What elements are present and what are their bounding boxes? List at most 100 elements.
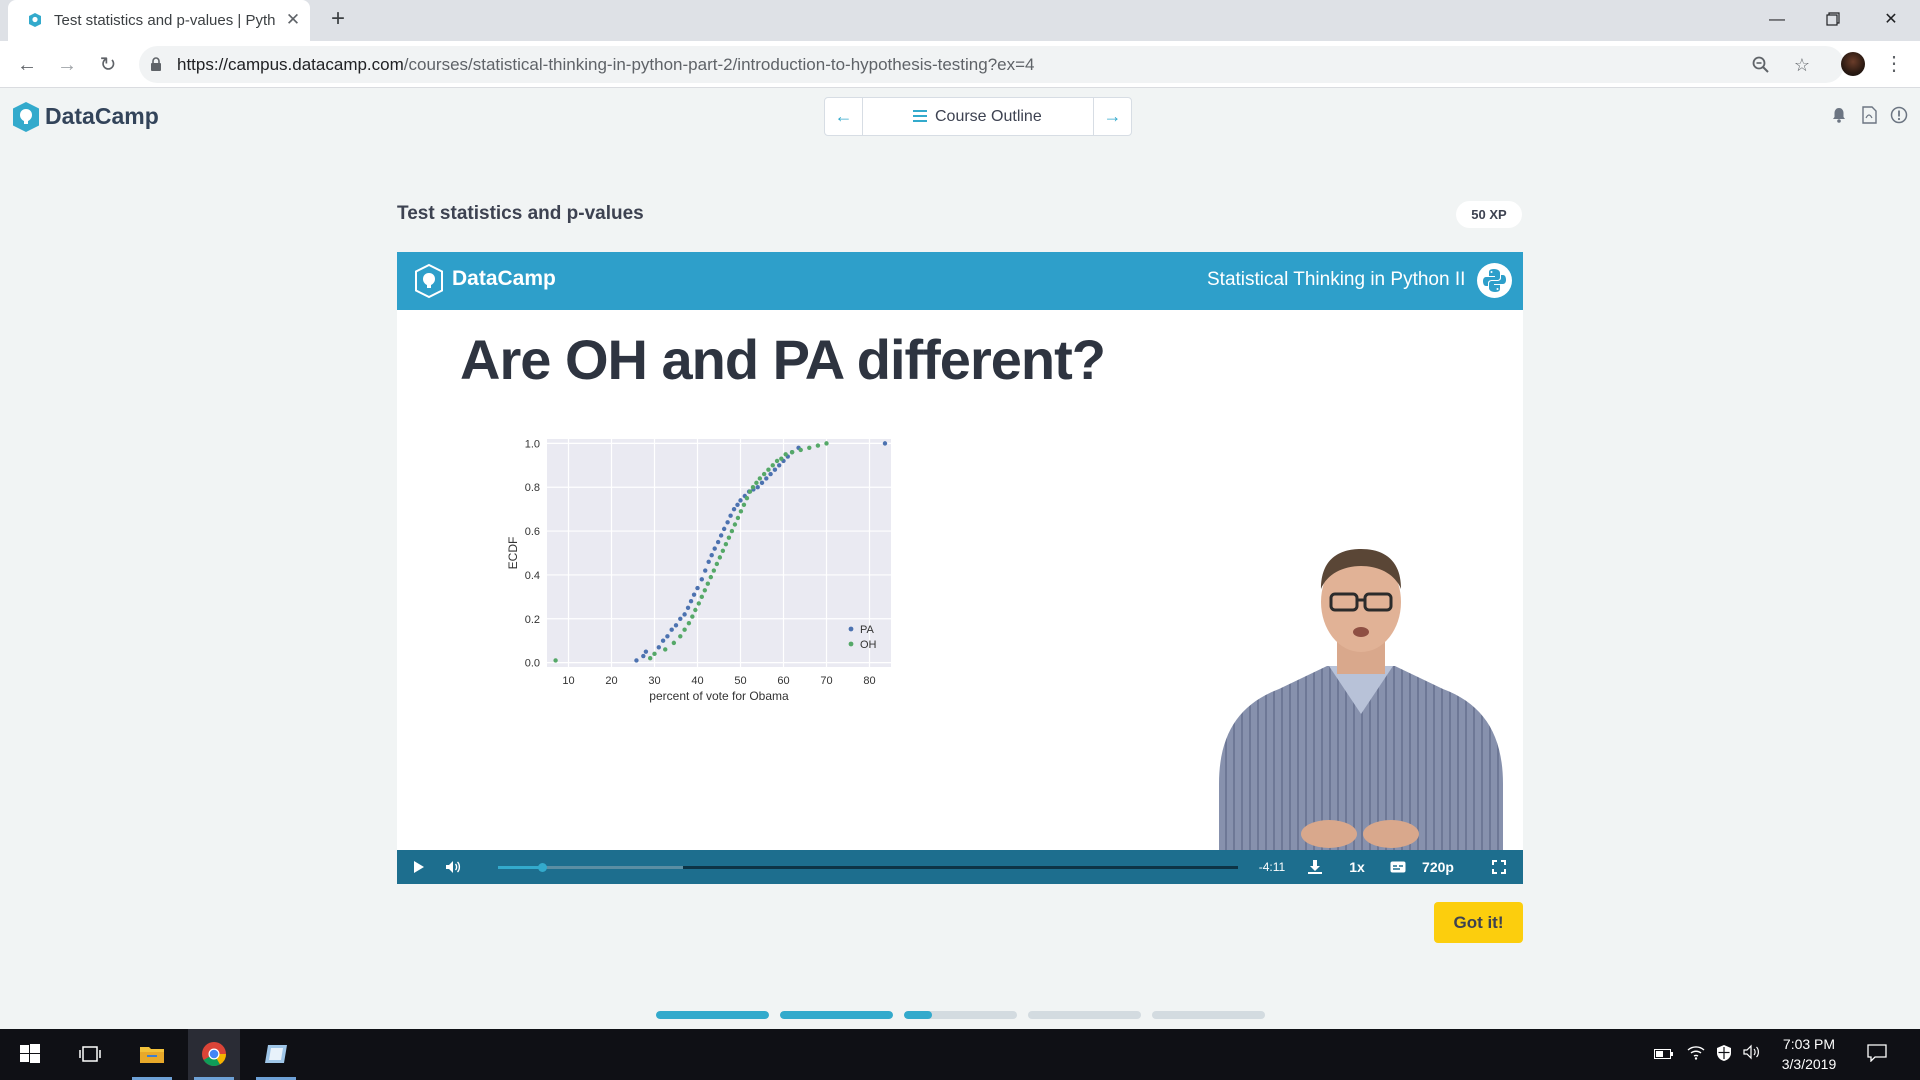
python-logo-icon (1477, 263, 1512, 298)
legend-marker-oh (848, 641, 854, 647)
previous-exercise-arrow-icon[interactable]: ← (825, 98, 863, 135)
oh-data-point (648, 656, 653, 661)
pa-data-point (703, 568, 708, 573)
new-tab-icon[interactable]: + (326, 7, 350, 32)
address-bar[interactable]: https://campus.datacamp.com/courses/stat… (139, 46, 1844, 83)
x-axis-label: percent of vote for Obama (649, 689, 789, 703)
oh-data-point (652, 651, 657, 657)
pa-data-point (715, 539, 721, 545)
zoom-icon[interactable] (1749, 53, 1773, 77)
clock-time: 7:03 PM (1782, 1036, 1836, 1052)
security-shield-icon[interactable] (1713, 1044, 1735, 1066)
oh-data-point (824, 441, 829, 446)
pa-data-point (643, 649, 649, 654)
taskbar-clock[interactable]: 7:03 PM 3/3/2019 (1766, 1034, 1852, 1074)
got-it-button[interactable]: Got it! (1434, 902, 1523, 943)
presenter-video-image (1219, 549, 1503, 884)
battery-icon[interactable] (1653, 1044, 1675, 1066)
windows-start-icon[interactable] (4, 1029, 56, 1080)
volume-icon[interactable] (441, 850, 465, 884)
tab-close-icon[interactable]: ✕ (283, 10, 303, 30)
report-issue-icon[interactable] (1889, 106, 1909, 126)
browser-tabstrip: Test statistics and p-values | Pyth ✕ + … (0, 0, 1920, 41)
oh-data-point (663, 647, 668, 652)
datacamp-logo-icon[interactable] (11, 101, 41, 133)
oh-data-point (807, 445, 812, 450)
oh-data-point (774, 458, 780, 464)
back-icon[interactable]: ← (12, 50, 42, 80)
player-controls: -4:11 1x 720p (397, 850, 1523, 884)
y-axis-label: ECDF (506, 537, 520, 570)
browser-tab[interactable]: Test statistics and p-values | Pyth ✕ (8, 0, 310, 41)
pa-data-point (695, 585, 700, 591)
pa-data-point (718, 533, 724, 538)
next-exercise-arrow-icon[interactable]: → (1093, 98, 1131, 135)
exercise-title: Test statistics and p-values (397, 203, 644, 224)
bookmark-star-icon[interactable]: ☆ (1790, 53, 1814, 77)
lock-icon (151, 57, 161, 71)
time-remaining: -4:11 (1258, 860, 1286, 874)
oh-data-point (750, 485, 756, 490)
fullscreen-icon[interactable] (1487, 850, 1511, 884)
pa-data-point (755, 485, 760, 490)
pa-data-point (665, 634, 670, 639)
chrome-menu-icon[interactable]: ⋮ (1884, 50, 1904, 78)
forward-icon[interactable]: → (52, 50, 82, 80)
oh-data-point (671, 640, 677, 646)
pdf-slides-icon[interactable] (1859, 106, 1879, 126)
scrubber-played (498, 866, 543, 869)
close-window-icon[interactable]: ✕ (1871, 6, 1911, 34)
app-taskbar-icon[interactable] (250, 1029, 302, 1080)
task-view-icon[interactable] (64, 1029, 116, 1080)
action-center-icon[interactable] (1866, 1044, 1888, 1066)
profile-avatar[interactable] (1841, 52, 1865, 76)
notification-bell-icon[interactable] (1829, 106, 1849, 126)
oh-data-point (744, 495, 750, 501)
pa-data-point (673, 623, 679, 628)
oh-data-point (696, 601, 701, 606)
wifi-icon[interactable] (1685, 1044, 1707, 1066)
datacamp-favicon-icon (29, 13, 41, 27)
exercise-progress-segment (1152, 1011, 1265, 1019)
video-player[interactable]: DataCamp Statistical Thinking in Python … (397, 252, 1523, 884)
oh-data-point (726, 535, 732, 540)
legend-marker-pa (848, 626, 854, 632)
file-explorer-icon[interactable] (126, 1029, 178, 1080)
restore-icon[interactable] (1813, 6, 1853, 34)
datacamp-logo-text[interactable]: DataCamp (45, 103, 159, 130)
download-icon[interactable] (1302, 850, 1328, 884)
oh-data-point (798, 447, 803, 453)
pa-data-point (721, 526, 727, 532)
pa-data-point (660, 638, 666, 643)
course-outline-button[interactable]: Course Outline (913, 108, 1042, 126)
oh-data-point (735, 515, 741, 521)
pa-data-point (641, 653, 646, 659)
y-tick-label: 0.8 (525, 482, 540, 494)
slide-heading: Are OH and PA different? (460, 328, 1106, 391)
x-tick-label: 40 (691, 675, 703, 687)
pa-data-point (688, 599, 694, 604)
minimize-icon[interactable]: — (1757, 6, 1797, 34)
pa-data-point (712, 546, 717, 551)
exercise-progress-segment (656, 1011, 769, 1019)
oh-data-point (732, 522, 738, 527)
pa-data-point (738, 498, 743, 503)
playback-speed-button[interactable]: 1x (1342, 850, 1372, 884)
hamburger-icon (913, 110, 927, 122)
url-path: /courses/statistical-thinking-in-python-… (403, 55, 1035, 74)
oh-data-point (741, 502, 747, 507)
oh-data-point (783, 452, 788, 457)
captions-icon[interactable] (1386, 850, 1410, 884)
play-icon[interactable] (407, 850, 431, 884)
scrubber-handle[interactable] (538, 863, 548, 872)
segment-fill (656, 1011, 769, 1019)
pa-data-point (772, 467, 778, 472)
chrome-taskbar-icon[interactable] (188, 1029, 240, 1080)
exercise-progress-segment (904, 1011, 1017, 1019)
slide-header-bar: DataCamp Statistical Thinking in Python … (397, 252, 1523, 310)
quality-button[interactable]: 720p (1416, 850, 1460, 884)
volume-tray-icon[interactable] (1741, 1044, 1763, 1066)
video-scrubber[interactable] (498, 863, 1238, 872)
reload-icon[interactable]: ↻ (93, 50, 123, 80)
oh-data-point (699, 594, 704, 600)
